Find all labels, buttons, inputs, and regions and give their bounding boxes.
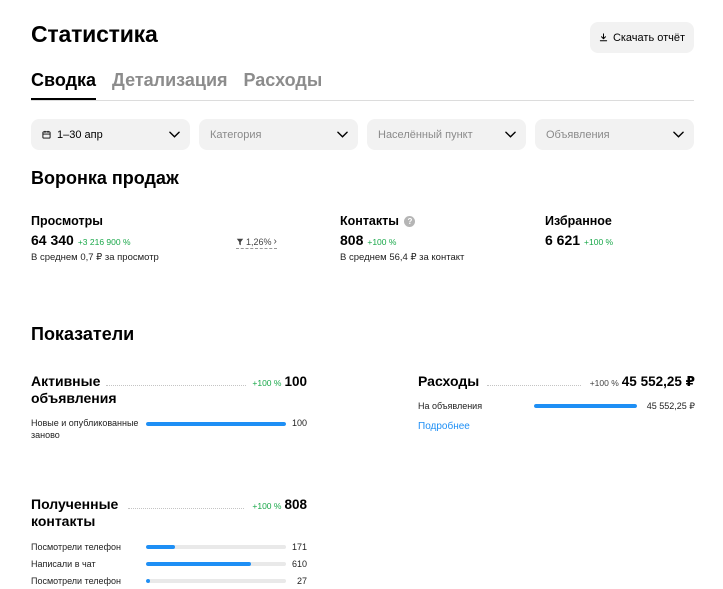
active-listings-total: +100 % 100 (252, 374, 307, 389)
indicators-title: Показатели (31, 324, 135, 344)
favorites-delta: +100 % (584, 237, 614, 247)
funnel-title: Воронка продаж (31, 168, 179, 188)
expenses-title: Расходы (418, 373, 480, 389)
expenses-row-bar (534, 404, 637, 408)
contacts-row-label: Посмотрели телефон (31, 576, 121, 586)
active-listings-bar (146, 422, 286, 426)
download-report-button[interactable]: Скачать отчёт (590, 22, 694, 53)
chevron-down-icon (337, 131, 348, 138)
expenses-total: +100 % 45 552,25 ₽ (590, 374, 695, 390)
active-listings-row-value: 100 (291, 418, 307, 428)
expenses-value: 45 552,25 ₽ (621, 374, 695, 389)
received-contacts-total: +100 % 808 (252, 497, 307, 512)
active-listings-bar-fill (146, 422, 286, 426)
contacts-row-label: Посмотрели телефон (31, 542, 121, 552)
contacts-row-bar-fill (146, 579, 151, 583)
views-label: Просмотры (31, 214, 103, 228)
dotted-leader (106, 385, 246, 386)
chevron-down-icon (505, 131, 516, 138)
conversion-link[interactable]: 1,26% › (236, 236, 277, 249)
expenses-more-link[interactable]: Подробнее (418, 421, 470, 432)
expenses-row-bar-fill (534, 404, 637, 408)
period-filter[interactable]: 1–30 апр (31, 119, 190, 150)
contacts-row-bar (146, 545, 286, 549)
expenses-row-label: На объявления (418, 401, 483, 411)
listings-filter[interactable]: Объявления (535, 119, 694, 150)
active-listings-title: Активные объявления (31, 373, 117, 406)
received-contacts-value: 808 (284, 497, 307, 512)
period-filter-label: 1–30 апр (57, 128, 103, 141)
tabs-divider (31, 100, 694, 101)
contacts-delta: +100 % (367, 237, 397, 247)
category-filter-label: Категория (210, 128, 262, 141)
help-icon[interactable]: ? (404, 216, 416, 227)
download-report-label: Скачать отчёт (612, 31, 686, 44)
active-listings-value: 100 (284, 374, 307, 389)
location-filter[interactable]: Населённый пункт (367, 119, 526, 150)
contacts-row-bar (146, 562, 286, 566)
tab-details[interactable]: Детализация (112, 70, 228, 91)
page-title: Статистика (31, 21, 158, 47)
contacts-row-value: 171 (291, 542, 307, 552)
received-contacts-title: Полученные контакты (31, 496, 119, 529)
dotted-leader (487, 385, 581, 386)
category-filter[interactable]: Категория (199, 119, 358, 150)
contacts-label: Контакты (340, 214, 399, 228)
conversion-value: 1,26% (246, 236, 272, 247)
contacts-row-bar-fill (146, 562, 251, 566)
tab-expenses[interactable]: Расходы (244, 70, 323, 91)
received-contacts-delta: +100 % (252, 501, 282, 511)
tab-bar: Сводка Детализация Расходы (31, 70, 323, 100)
expenses-row-value: 45 552,25 ₽ (646, 401, 695, 411)
download-icon (599, 33, 608, 42)
contacts-row-bar-fill (146, 545, 176, 549)
contacts-row-value: 610 (291, 559, 307, 569)
calendar-icon (42, 130, 51, 139)
contacts-sub: В среднем 56,4 ₽ за контакт (340, 252, 465, 263)
dotted-leader (128, 508, 244, 509)
favorites-stat: Избранное 6 621 +100 % (545, 214, 613, 248)
chevron-right-icon: › (273, 236, 277, 247)
views-stat: Просмотры 64 340 +3 216 900 % В среднем … (31, 214, 159, 263)
contacts-value: 808 (340, 232, 364, 248)
location-filter-label: Населённый пункт (378, 128, 473, 141)
contacts-row-label: Написали в чат (31, 559, 96, 569)
favorites-label: Избранное (545, 214, 612, 228)
contacts-row-value: 27 (296, 576, 307, 586)
active-listings-row-label: Новые и опубликованные заново (31, 418, 139, 440)
listings-filter-label: Объявления (546, 128, 610, 141)
funnel-icon (236, 238, 244, 245)
contacts-stat: Контакты ? 808 +100 % В среднем 56,4 ₽ з… (340, 214, 464, 263)
views-sub: В среднем 0,7 ₽ за просмотр (31, 252, 159, 263)
views-delta: +3 216 900 % (77, 237, 131, 247)
favorites-value: 6 621 (545, 232, 581, 248)
chevron-down-icon (673, 131, 684, 138)
views-value: 64 340 (31, 232, 74, 248)
chevron-down-icon (169, 131, 180, 138)
active-listings-delta: +100 % (252, 378, 282, 388)
contacts-row-bar (146, 579, 286, 583)
expenses-delta: +100 % (589, 378, 619, 388)
tab-summary[interactable]: Сводка (31, 70, 97, 100)
